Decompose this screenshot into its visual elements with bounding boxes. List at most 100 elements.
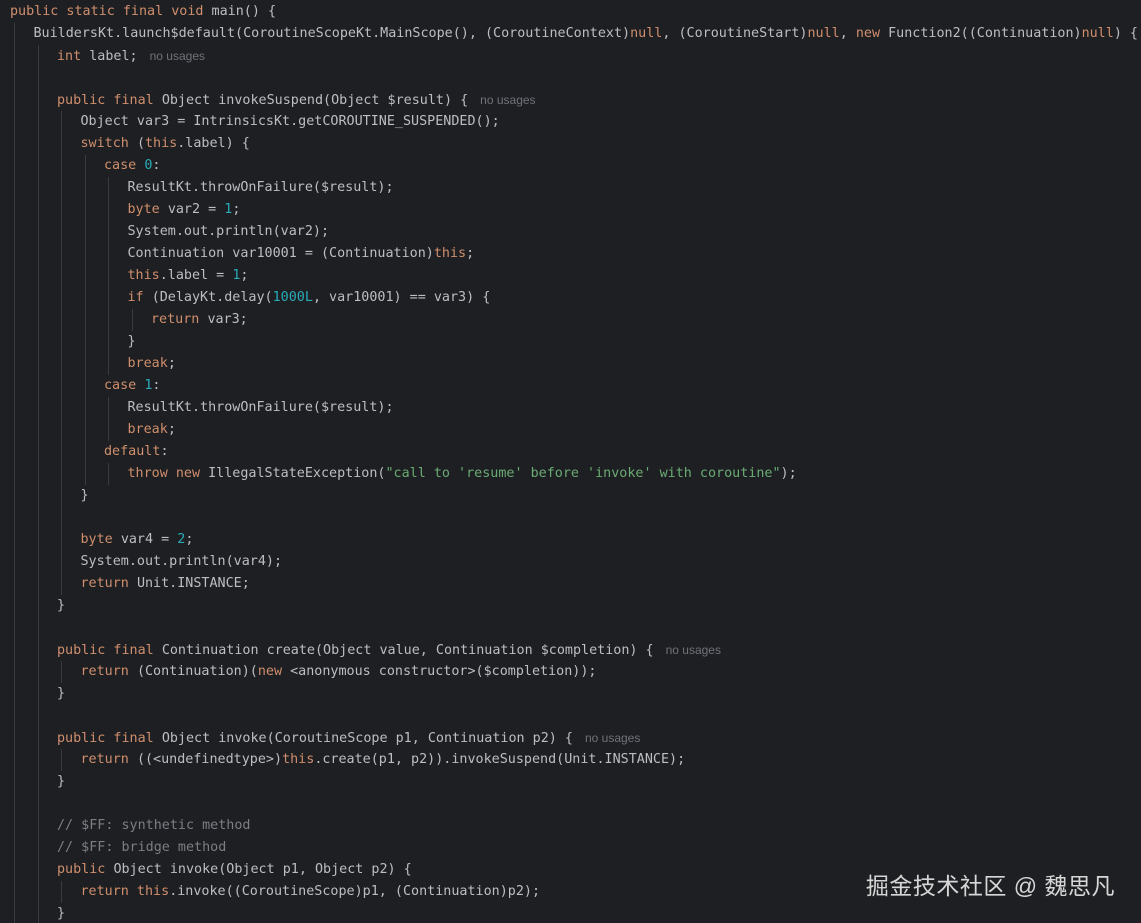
code-line: } bbox=[0, 903, 1141, 923]
code-line: int label; no usages bbox=[0, 45, 1141, 67]
code-line: case 0: bbox=[0, 155, 1141, 177]
code-token: IllegalStateException( bbox=[208, 466, 386, 481]
keyword-token: public static final void bbox=[10, 4, 212, 19]
keyword-token: this bbox=[127, 268, 160, 283]
code-token: } bbox=[57, 906, 66, 921]
code-token: : bbox=[160, 444, 169, 459]
code-token: ResultKt.throwOnFailure($result); bbox=[127, 180, 394, 195]
code-token: var3; bbox=[207, 312, 248, 327]
code-line: byte var4 = 2; bbox=[0, 529, 1141, 551]
keyword-token: public final bbox=[57, 93, 162, 108]
keyword-token: case bbox=[104, 378, 145, 393]
keyword-token: throw new bbox=[127, 466, 209, 481]
number-token: 1000L bbox=[272, 290, 313, 305]
code-token: } bbox=[57, 774, 66, 789]
code-line: // $FF: bridge method bbox=[0, 837, 1141, 859]
code-line: BuildersKt.launch$default(CoroutineScope… bbox=[0, 23, 1141, 45]
keyword-token: null bbox=[807, 26, 840, 41]
code-editor[interactable]: public static final void main() { Builder… bbox=[0, 0, 1141, 923]
code-token: , var10001) == var3) { bbox=[312, 290, 491, 305]
keyword-token: null bbox=[1081, 26, 1114, 41]
keyword-token: int bbox=[57, 49, 90, 64]
code-line: System.out.println(var4); bbox=[0, 551, 1141, 573]
code-line: System.out.println(var2); bbox=[0, 221, 1141, 243]
code-token: .create(p1, p2)).invokeSuspend(Unit.INST… bbox=[314, 752, 686, 767]
code-token: ( bbox=[136, 136, 145, 151]
code-line: public final Continuation create(Object … bbox=[0, 639, 1141, 661]
usage-hint[interactable]: no usages bbox=[666, 643, 721, 657]
code-token: } bbox=[57, 686, 66, 701]
code-line: } bbox=[0, 771, 1141, 793]
code-token: ; bbox=[167, 356, 176, 371]
code-line: return var3; bbox=[0, 309, 1141, 331]
code-token: Continuation var10001 = (Continuation) bbox=[127, 246, 434, 261]
code-token: } bbox=[127, 334, 136, 349]
code-line: // $FF: synthetic method bbox=[0, 815, 1141, 837]
code-line: } bbox=[0, 683, 1141, 705]
keyword-token: default bbox=[104, 444, 161, 459]
code-token: (DelayKt.delay( bbox=[151, 290, 273, 305]
code-token: System.out.println(var4); bbox=[80, 554, 283, 569]
code-token: main() { bbox=[211, 4, 277, 19]
code-token: ) { bbox=[1113, 26, 1138, 41]
code-token: .label) { bbox=[177, 136, 250, 151]
code-token: var2 = bbox=[167, 202, 225, 217]
code-line: byte var2 = 1; bbox=[0, 199, 1141, 221]
code-token: , (CoroutineStart) bbox=[662, 26, 808, 41]
string-token: "call to 'resume' before 'invoke' with c… bbox=[385, 466, 781, 481]
keyword-token: this bbox=[145, 136, 178, 151]
code-token: ); bbox=[780, 466, 797, 481]
keyword-token: this bbox=[282, 752, 315, 767]
keyword-token: null bbox=[630, 26, 663, 41]
code-line: Continuation var10001 = (Continuation)th… bbox=[0, 243, 1141, 265]
code-token: BuildersKt.launch$default(CoroutineScope… bbox=[33, 26, 631, 41]
code-token: , bbox=[839, 26, 856, 41]
code-token: : bbox=[152, 158, 161, 173]
usage-hint[interactable]: no usages bbox=[585, 731, 640, 745]
code-token: ((<undefinedtype>) bbox=[136, 752, 283, 767]
code-token: Object invoke(CoroutineScope p1, Continu… bbox=[161, 731, 573, 746]
code-token: (Continuation)( bbox=[136, 664, 258, 679]
code-line: return ((<undefinedtype>)this.create(p1,… bbox=[0, 749, 1141, 771]
code-line: Object var3 = IntrinsicsKt.getCOROUTINE_… bbox=[0, 111, 1141, 133]
code-token: Object invoke(Object p1, Object p2) { bbox=[113, 862, 412, 877]
code-token: } bbox=[57, 598, 66, 613]
usage-hint[interactable]: no usages bbox=[150, 49, 205, 63]
code-token: Function2((Continuation) bbox=[888, 26, 1082, 41]
usage-hint[interactable]: no usages bbox=[480, 93, 535, 107]
code-token: ; bbox=[232, 202, 241, 217]
code-token: ; bbox=[185, 532, 194, 547]
code-token: Unit.INSTANCE; bbox=[136, 576, 250, 591]
code-line: this.label = 1; bbox=[0, 265, 1141, 287]
code-token: Object invokeSuspend(Object $result) { bbox=[161, 93, 469, 108]
code-token: } bbox=[80, 488, 89, 503]
code-line: public final Object invoke(CoroutineScop… bbox=[0, 727, 1141, 749]
code-token: ; bbox=[240, 268, 249, 283]
code-line: break; bbox=[0, 419, 1141, 441]
code-token: .label = bbox=[159, 268, 233, 283]
keyword-token: return bbox=[80, 752, 137, 767]
code-token: var4 = bbox=[120, 532, 178, 547]
code-token: ResultKt.throwOnFailure($result); bbox=[127, 400, 394, 415]
code-token: System.out.println(var2); bbox=[127, 224, 330, 239]
code-token: : bbox=[152, 378, 161, 393]
keyword-token: case bbox=[104, 158, 145, 173]
keyword-token: public final bbox=[57, 643, 162, 658]
keyword-token: return bbox=[80, 576, 137, 591]
code-line: return (Continuation)(new <anonymous con… bbox=[0, 661, 1141, 683]
code-token: <anonymous constructor>($completion)); bbox=[290, 664, 597, 679]
keyword-token: new bbox=[855, 26, 889, 41]
code-line: } bbox=[0, 331, 1141, 353]
keyword-token: return bbox=[151, 312, 208, 327]
keyword-token: new bbox=[257, 664, 291, 679]
watermark: 掘金技术社区 @ 魏思凡 bbox=[865, 873, 1115, 899]
keyword-token: return bbox=[80, 664, 137, 679]
code-line: if (DelayKt.delay(1000L, var10001) == va… bbox=[0, 287, 1141, 309]
code-line: default: bbox=[0, 441, 1141, 463]
keyword-token: public bbox=[57, 862, 114, 877]
code-line: public static final void main() { bbox=[0, 1, 1141, 23]
